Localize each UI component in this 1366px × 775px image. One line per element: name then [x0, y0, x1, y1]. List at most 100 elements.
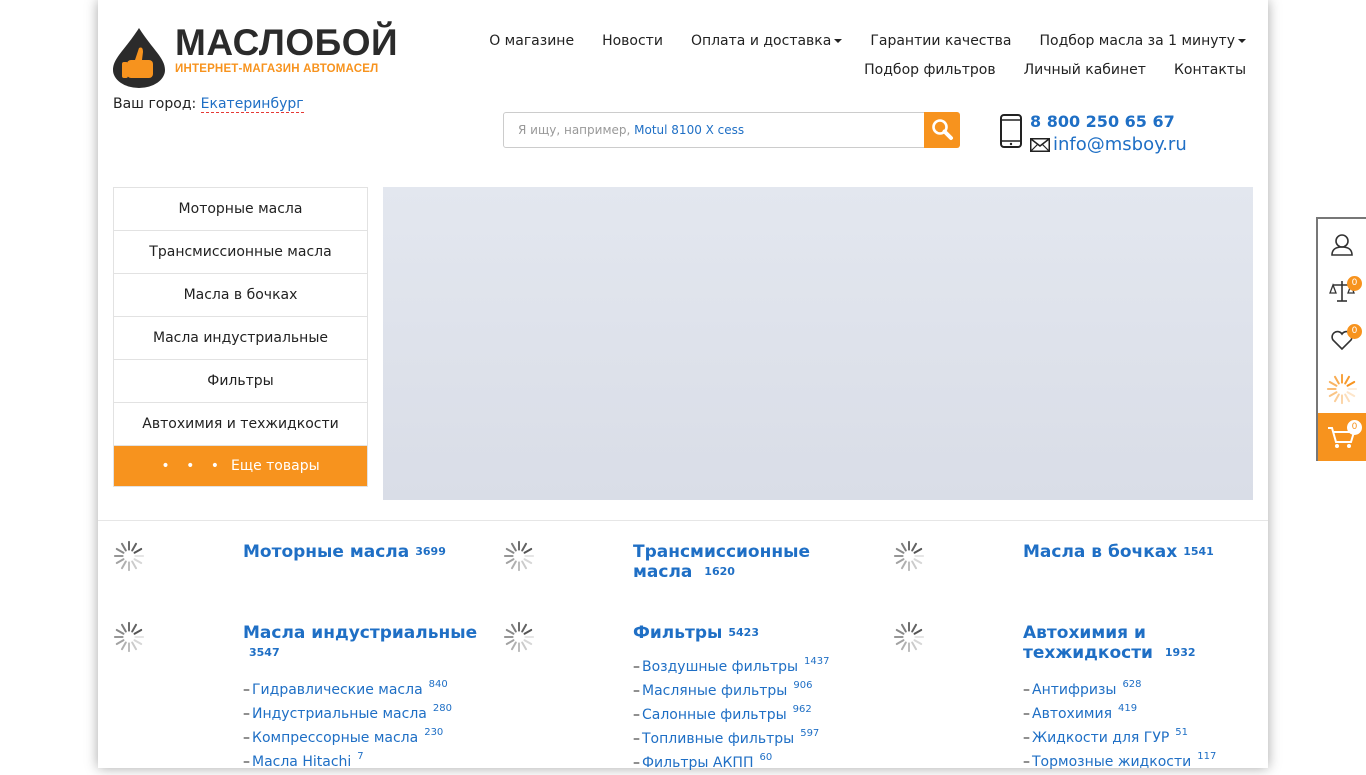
nav-quality[interactable]: Гарантии качества: [870, 33, 1011, 49]
catalog-card-title-text: Автохимия и техжидкости: [1023, 623, 1153, 663]
phone-link[interactable]: 8 800 250 65 67: [1030, 112, 1175, 131]
subcategory-item[interactable]: – Масляные фильтры 906: [633, 679, 873, 703]
catalog-card-count: 3547: [249, 646, 280, 659]
nav-news[interactable]: Новости: [602, 33, 663, 49]
loading-spinner-icon: [113, 621, 145, 653]
catalog-card-count: 1620: [704, 565, 735, 578]
subcategory-list: – Антифризы 628 – Автохимия 419 – Жидкости дл…: [1023, 678, 1263, 774]
favorites-button[interactable]: 0: [1318, 317, 1366, 365]
catalog-card-title[interactable]: Моторные масла 3699: [243, 542, 483, 562]
subcategory-list: – Гидравлические масла 840 – Индустриальные…: [243, 678, 483, 774]
top-nav-primary: О магазине Новости Оплата и доставка Гар…: [461, 33, 1246, 49]
nav-filter-selector[interactable]: Подбор фильтров: [864, 62, 995, 78]
compare-button[interactable]: 0: [1318, 269, 1366, 317]
site-logo[interactable]: МАСЛОБОЙ ИНТЕРНЕТ-МАГАЗИН АВТОМАСЕЛ: [113, 22, 398, 88]
more-products-label: Еще товары: [231, 458, 320, 474]
more-products-button[interactable]: • • • Еще товары: [114, 446, 367, 486]
catalog-card: Масла индустриальные 3547 – Гидравлически…: [98, 621, 488, 770]
category-menu-item[interactable]: Автохимия и техжидкости: [114, 403, 367, 446]
subcategory-item[interactable]: – Гидравлические масла 840: [243, 678, 483, 702]
catalog-card-title[interactable]: Автохимия и техжидкости 1932: [1023, 623, 1263, 663]
subcategory-item[interactable]: – Антифризы 628: [1023, 678, 1263, 702]
catalog-card-title-text: Моторные масла: [243, 542, 410, 562]
catalog-card-count: 1541: [1183, 545, 1214, 558]
logo-tagline: ИНТЕРНЕТ-МАГАЗИН АВТОМАСЕЛ: [175, 63, 379, 75]
category-menu-item[interactable]: Масла индустриальные: [114, 317, 367, 360]
category-menu-item[interactable]: Фильтры: [114, 360, 367, 403]
subcategory-item[interactable]: – Компрессорные масла 230: [243, 726, 483, 750]
nav-news-label: Новости: [602, 33, 663, 49]
subcategory-item[interactable]: – Салонные фильтры 962: [633, 703, 873, 727]
cart-icon: [1328, 427, 1356, 448]
catalog-card-count: 5423: [728, 626, 759, 639]
phone-icon: [1000, 114, 1022, 148]
subcategory-item[interactable]: – Автохимия 419: [1023, 702, 1263, 726]
search-button[interactable]: [924, 112, 960, 148]
subcategory-item[interactable]: – Тормозные жидкости 117: [1023, 750, 1263, 774]
subcategory-item[interactable]: – Топливные фильтры 597: [633, 727, 873, 751]
search-input[interactable]: Я ищу, например, Motul 8100 X cess: [503, 112, 925, 148]
scales-icon: [1329, 281, 1355, 302]
caret-down-icon: [1238, 39, 1246, 43]
loading-spinner-icon: [893, 540, 925, 572]
subcategory-list: – Воздушные фильтры 1437 – Масляные фильтры…: [633, 655, 873, 775]
search-placeholder-example: Motul 8100 X cess: [634, 123, 745, 137]
catalog-card-title[interactable]: Трансмиссионные масла 1620: [633, 542, 873, 582]
catalog-card-title-text: Масла в бочках: [1023, 542, 1178, 562]
spinner-icon: [1326, 373, 1358, 405]
loading-spinner-icon: [503, 621, 535, 653]
subcategory-item[interactable]: – Жидкости для ГУР 51: [1023, 726, 1263, 750]
cart-count-badge: 0: [1347, 420, 1362, 435]
search-placeholder: Я ищу, например,: [518, 123, 635, 137]
catalog-card-count: 1932: [1164, 646, 1196, 659]
city-label: Ваш город:: [113, 96, 197, 112]
catalog-card-title[interactable]: Масла индустриальные 3547: [243, 623, 483, 663]
loading-spinner-icon: [503, 540, 535, 572]
nav-oil-selector[interactable]: Подбор масла за 1 минуту: [1039, 33, 1246, 49]
nav-about[interactable]: О магазине: [489, 33, 574, 49]
favorites-count-badge: 0: [1347, 324, 1362, 339]
cart-button[interactable]: 0: [1318, 413, 1366, 461]
heart-icon: [1331, 330, 1353, 351]
logo-drop-icon: [113, 28, 165, 88]
category-menu-item[interactable]: Трансмиссионные масла: [114, 231, 367, 274]
nav-payment-delivery-label: Оплата и доставка: [690, 33, 832, 49]
catalog-card-title[interactable]: Фильтры 5423: [633, 623, 873, 643]
more-dots-icon: • • •: [161, 458, 226, 474]
category-menu-item[interactable]: Моторные масла: [114, 188, 367, 231]
loading-spinner-icon: [113, 540, 145, 572]
catalog-card: Моторные масла 3699: [98, 540, 488, 620]
catalog-card: Фильтры 5423 – Воздушные фильтры 1437 – Масл…: [488, 621, 878, 771]
nav-contacts[interactable]: Контакты: [1174, 62, 1246, 78]
hero-banner[interactable]: [383, 187, 1253, 500]
catalog-card-title-text: Масла индустриальные: [243, 623, 478, 643]
category-menu-item[interactable]: Масла в бочках: [114, 274, 367, 317]
catalog-card-title[interactable]: Масла в бочках 1541: [1023, 542, 1263, 562]
mail-icon: [1030, 138, 1050, 152]
user-icon: [1331, 234, 1353, 256]
subcategory-item[interactable]: – Воздушные фильтры 1437: [633, 655, 873, 679]
side-toolbar: 0 0 0: [1316, 217, 1366, 461]
loading-spinner-icon: [893, 621, 925, 653]
catalog-card: Трансмиссионные масла 1620: [488, 540, 878, 620]
caret-down-icon: [834, 39, 843, 43]
search-bar: Я ищу, например, Motul 8100 X cess: [503, 112, 960, 148]
subcategory-item[interactable]: – Индустриальные масла 280: [243, 702, 483, 726]
nav-payment-delivery[interactable]: Оплата и доставка: [690, 33, 843, 49]
category-menu: Моторные масла Трансмиссионные масла Мас…: [113, 187, 368, 487]
nav-account[interactable]: Личный кабинет: [1024, 62, 1146, 78]
loading-slot: [1318, 365, 1366, 413]
subcategory-item[interactable]: – Масла Hitachi 7: [243, 750, 483, 774]
catalog-card: Автохимия и техжидкости 1932 – Антифризы 6…: [878, 621, 1268, 770]
city-link[interactable]: Екатеринбург: [200, 96, 304, 113]
subcategory-item[interactable]: – Фильтры АКПП 60: [633, 751, 873, 775]
top-nav-secondary: Подбор фильтров Личный кабинет Контакты: [836, 62, 1246, 78]
email-link[interactable]: info@msboy.ru: [1053, 134, 1187, 155]
catalog-card-count: 3699: [415, 545, 446, 558]
city-selector: Ваш город: Екатеринбург: [113, 96, 304, 113]
account-button[interactable]: [1318, 221, 1366, 269]
nav-oil-selector-label: Подбор масла за 1 минуту: [1039, 33, 1236, 49]
compare-count-badge: 0: [1347, 276, 1362, 291]
section-divider: [98, 520, 1268, 521]
logo-name: МАСЛОБОЙ: [175, 22, 399, 63]
